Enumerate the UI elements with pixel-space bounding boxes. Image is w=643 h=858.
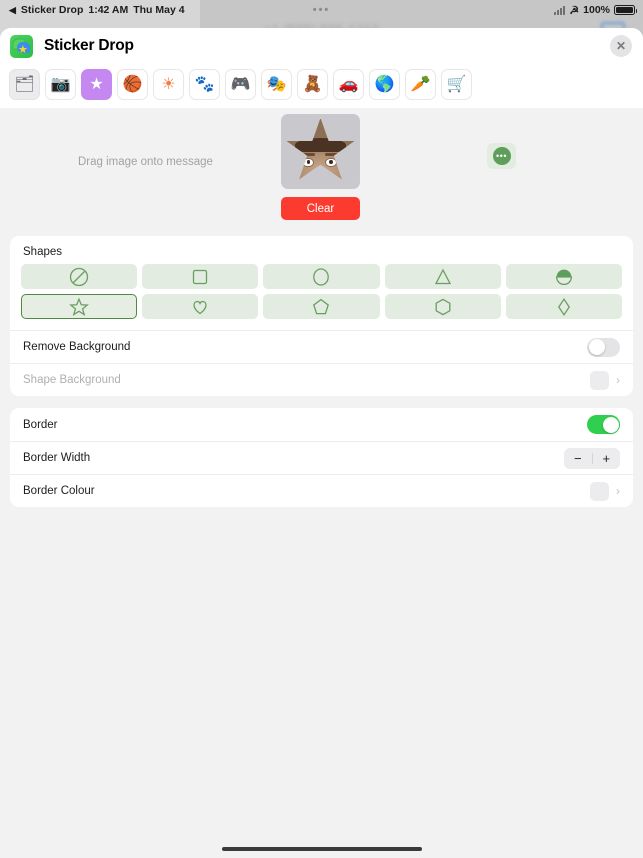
triangle-icon <box>434 268 451 284</box>
preview-area: Drag image onto message Clear ••• <box>0 108 643 236</box>
battery-icon <box>614 5 637 15</box>
half-circle-icon <box>555 269 572 285</box>
shape-cell-circle[interactable] <box>263 264 380 289</box>
remove-background-toggle[interactable] <box>587 337 620 357</box>
border-row[interactable]: Border <box>10 408 633 441</box>
shape-background-picker[interactable]: › <box>590 370 620 390</box>
remove-background-label: Remove Background <box>23 341 131 353</box>
multitask-dots-icon[interactable]: ••• <box>313 4 331 16</box>
game-controller-button[interactable]: 🎮 <box>225 69 256 100</box>
chevron-right-icon: › <box>616 373 620 387</box>
paw-icon: 🐾 <box>194 75 215 93</box>
car-button[interactable]: 🚗 <box>333 69 364 100</box>
page-title: Sticker Drop <box>44 37 134 54</box>
shape-cell-hexagon[interactable] <box>384 294 501 319</box>
border-width-row[interactable]: Border Width − + <box>10 441 633 474</box>
carrot-icon: 🥕 <box>410 75 431 93</box>
teddy-bear-icon: 🧸 <box>302 75 323 93</box>
globe-button[interactable]: 🌎 <box>369 69 400 100</box>
none-icon <box>69 267 89 286</box>
clear-button[interactable]: Clear <box>281 197 360 220</box>
border-colour-picker[interactable]: › <box>590 481 620 501</box>
sun-icon: ☀ <box>161 75 176 93</box>
shape-cell-half-circle[interactable] <box>505 264 622 289</box>
theater-masks-button[interactable]: 🎭 <box>261 69 292 100</box>
back-arrow-icon[interactable]: ◀ <box>9 5 16 16</box>
star-button[interactable]: ★ <box>81 69 112 100</box>
car-icon: 🚗 <box>338 75 359 93</box>
border-card: Border Border Width − + Border Colour › <box>10 408 633 507</box>
shopping-cart-icon: 🛒 <box>446 75 467 93</box>
sun-button[interactable]: ☀ <box>153 69 184 100</box>
border-label: Border <box>23 418 58 431</box>
cellular-signal-icon <box>554 5 566 15</box>
sticker-drop-sheet: ★ Sticker Drop ✕ 🗂 📷 ★ 🏀 ☀ 🐾 🎮 🎭 🧸 🚗 🌎 🥕 🛒 Drag imag… <box>0 28 643 858</box>
status-bar-left: ◀ Sticker Drop 1:42 AM Thu May 4 <box>0 4 185 16</box>
square-icon <box>193 269 208 284</box>
hexagon-icon <box>435 298 451 315</box>
camera-button[interactable]: 📷 <box>45 69 76 100</box>
border-width-stepper[interactable]: − + <box>564 447 621 469</box>
folder-icon: 🗂 <box>14 75 35 93</box>
shape-background-row[interactable]: Shape Background › <box>10 363 633 396</box>
heart-icon <box>193 300 207 314</box>
diamond-icon <box>557 297 570 316</box>
border-colour-swatch[interactable] <box>590 481 609 501</box>
shape-cell-diamond[interactable] <box>505 294 622 319</box>
status-bar-back-app[interactable]: Sticker Drop <box>21 4 83 16</box>
folder-button[interactable]: 🗂 <box>9 69 40 100</box>
status-bar-time: 1:42 AM <box>88 4 129 16</box>
ellipsis-icon: ••• <box>492 147 511 165</box>
app-icon: ★ <box>10 34 33 58</box>
more-options-button[interactable]: ••• <box>487 143 516 169</box>
category-toolbar: 🗂 📷 ★ 🏀 ☀ 🐾 🎮 🎭 🧸 🚗 🌎 🥕 🛒 <box>0 64 643 108</box>
close-icon[interactable]: ✕ <box>610 35 632 57</box>
status-bar-date: Thu May 4 <box>133 4 185 16</box>
shapes-card: Shapes Remove Background Shape Backgroun… <box>10 236 633 396</box>
sticker-preview[interactable] <box>281 114 360 189</box>
status-bar: ◀ Sticker Drop 1:42 AM Thu May 4 ••• ☭ 1… <box>0 0 643 20</box>
shape-cell-pentagon[interactable] <box>263 294 380 319</box>
shape-cell-heart[interactable] <box>142 294 259 319</box>
circle-icon <box>313 267 330 286</box>
border-width-minus-button[interactable]: − <box>564 452 592 465</box>
star-icon <box>69 296 89 316</box>
shape-cell-square[interactable] <box>142 264 259 289</box>
home-indicator[interactable] <box>221 847 422 851</box>
shape-background-label: Shape Background <box>23 374 121 386</box>
shape-cell-triangle[interactable] <box>384 264 501 289</box>
shape-cell-none[interactable] <box>21 264 138 289</box>
globe-icon: 🌎 <box>374 75 395 93</box>
border-colour-label: Border Colour <box>23 485 95 497</box>
carrot-button[interactable]: 🥕 <box>405 69 436 100</box>
wifi-icon: ☭ <box>569 4 580 17</box>
teddy-bear-button[interactable]: 🧸 <box>297 69 328 100</box>
remove-background-row[interactable]: Remove Background <box>10 330 633 363</box>
shape-cell-star[interactable] <box>21 294 138 319</box>
chevron-right-icon: › <box>616 484 620 498</box>
shopping-cart-button[interactable]: 🛒 <box>441 69 472 100</box>
shape-background-swatch[interactable] <box>590 370 609 390</box>
basketball-button[interactable]: 🏀 <box>117 69 148 100</box>
sticker-star-shape <box>286 117 355 180</box>
basketball-icon: 🏀 <box>122 75 143 93</box>
border-toggle[interactable] <box>587 415 620 434</box>
sheet-header: ★ Sticker Drop ✕ <box>0 28 643 64</box>
drag-hint-label: Drag image onto message <box>78 156 213 168</box>
battery-percent-label: 100% <box>583 4 610 16</box>
screen: +1 (555) 555-1212 ◀ Sticker Drop 1:42 AM… <box>0 0 643 858</box>
camera-icon: 📷 <box>50 75 71 93</box>
theater-masks-icon: 🎭 <box>266 75 287 93</box>
border-width-label: Border Width <box>23 452 91 464</box>
status-bar-right: ☭ 100% <box>554 0 637 20</box>
game-controller-icon: 🎮 <box>230 75 251 93</box>
shape-grid <box>10 264 633 330</box>
shapes-title: Shapes <box>23 246 63 258</box>
border-width-plus-button[interactable]: + <box>593 452 621 465</box>
pentagon-icon <box>313 298 330 314</box>
border-colour-row[interactable]: Border Colour › <box>10 474 633 507</box>
paw-button[interactable]: 🐾 <box>189 69 220 100</box>
star-icon: ★ <box>89 75 104 93</box>
